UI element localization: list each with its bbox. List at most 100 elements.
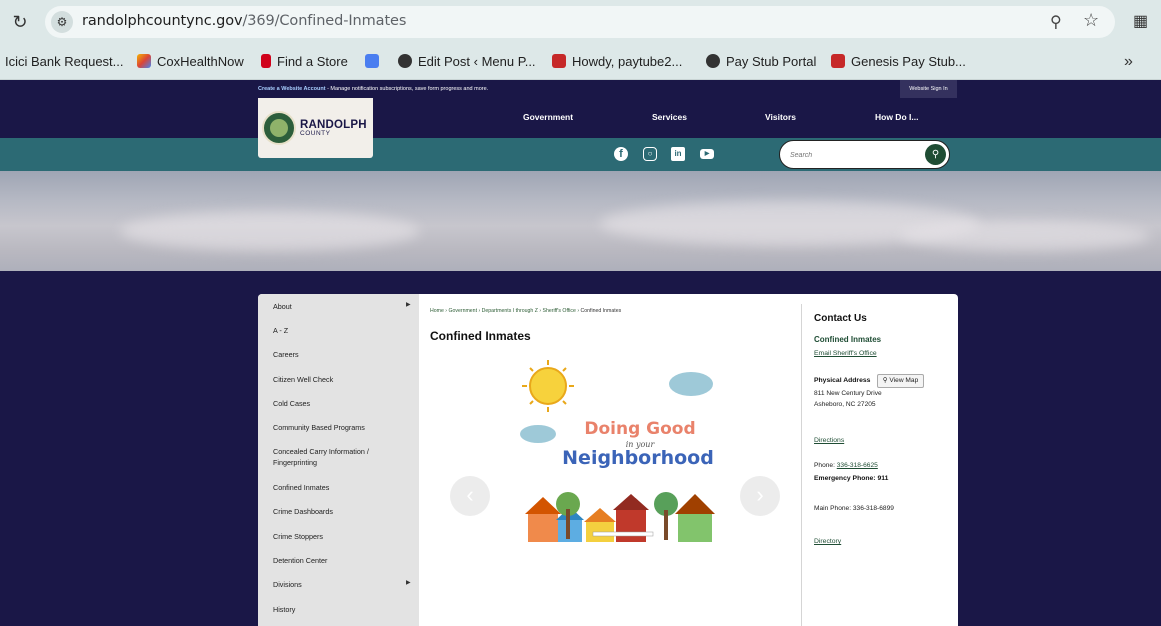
contact-department: Confined Inmates <box>814 335 882 344</box>
sidebar-item-history[interactable]: History <box>273 604 393 615</box>
zoom-icon[interactable]: ⚲ <box>1050 12 1062 32</box>
youtube-icon[interactable]: ▶ <box>700 149 714 159</box>
contact-heading: Contact Us <box>814 313 867 324</box>
physical-address-label: Physical Address <box>814 377 871 384</box>
breadcrumb-departments[interactable]: Departments I through Z <box>482 308 538 314</box>
translate-icon <box>365 54 379 68</box>
url-domain: randolphcountync.gov <box>82 13 243 29</box>
expand-arrow-icon[interactable]: ▶ <box>406 301 411 308</box>
sidebar-item-cold-cases[interactable]: Cold Cases <box>273 398 393 409</box>
bookmark-item[interactable] <box>365 52 385 72</box>
facebook-icon[interactable]: f <box>614 147 628 161</box>
map-pin-icon: ⚲ <box>882 377 888 384</box>
nav-how-do-i[interactable]: How Do I... <box>875 112 918 122</box>
slide-next-button[interactable]: › <box>740 476 780 516</box>
email-link[interactable]: Email Sheriff's Office <box>814 350 877 357</box>
nav-visitors[interactable]: Visitors <box>765 112 796 122</box>
coxhealth-icon <box>137 54 151 68</box>
content-card: About ▶ A - Z Careers Citizen Well Check… <box>258 294 958 626</box>
bookmark-label: CoxHealthNow <box>157 54 244 69</box>
bookmark-label: Genesis Pay Stub... <box>851 54 966 69</box>
globe-icon <box>706 54 720 68</box>
breadcrumb-home[interactable]: Home <box>430 308 444 314</box>
cloud-decor <box>120 211 420 251</box>
slide-prev-button[interactable]: ‹ <box>450 476 490 516</box>
search-icon[interactable]: ⚲ <box>925 144 946 165</box>
address-line-2: Asheboro, NC 27205 <box>814 401 876 408</box>
breadcrumb-sheriff[interactable]: Sheriff's Office <box>543 308 576 314</box>
youtube-icon <box>831 54 845 68</box>
directions-link[interactable]: Directions <box>814 437 844 444</box>
reload-icon[interactable]: ↻ <box>10 12 30 32</box>
cloud-illustration <box>520 425 556 443</box>
website-sign-in-button[interactable]: Website Sign In <box>900 80 957 98</box>
nav-services[interactable]: Services <box>652 112 687 122</box>
hero-banner <box>0 171 1161 271</box>
browser-toolbar: ↻ ⚙ randolphcountync.gov/369/Confined-In… <box>0 0 1161 44</box>
phone-link[interactable]: 336-318-6625 <box>837 462 878 469</box>
search-input[interactable] <box>790 148 920 162</box>
sidebar-item-crime-dashboards[interactable]: Crime Dashboards <box>273 506 393 517</box>
page-title: Confined Inmates <box>430 329 531 343</box>
address-line-1: 811 New Century Drive <box>814 390 882 397</box>
bookmark-item[interactable]: CoxHealthNow <box>137 52 244 72</box>
site-header: Create a Website Account - Manage notifi… <box>0 80 1161 138</box>
create-account-text: - Manage notification subscriptions, sav… <box>325 86 489 92</box>
sidebar-item-divisions[interactable]: Divisions <box>273 579 393 590</box>
breadcrumb-current: Confined Inmates <box>580 308 622 314</box>
site-search: ⚲ <box>779 140 950 169</box>
phone-label: Phone: <box>814 462 837 469</box>
youtube-icon <box>552 54 566 68</box>
bookmark-star-icon[interactable]: ☆ <box>1083 10 1099 31</box>
main-phone: Main Phone: 336-318-6899 <box>814 505 894 512</box>
sidebar-item-citizen-well-check[interactable]: Citizen Well Check <box>273 374 393 385</box>
bookmark-label: Pay Stub Portal <box>726 54 817 69</box>
social-search-band: f ○ in ▶ ⚲ <box>0 138 1161 171</box>
sidebar-item-careers[interactable]: Careers <box>273 349 393 360</box>
create-account-link[interactable]: Create a Website Account <box>258 86 326 92</box>
bookmark-item[interactable]: Genesis Pay Stub... <box>831 52 966 72</box>
emergency-phone: Emergency Phone: 911 <box>814 475 889 482</box>
sidebar: About ▶ A - Z Careers Citizen Well Check… <box>258 294 419 626</box>
linkedin-icon[interactable]: in <box>671 147 685 161</box>
sidebar-item-crime-stoppers[interactable]: Crime Stoppers <box>273 531 393 542</box>
bookmark-label: Icici Bank Request... <box>5 54 124 69</box>
bookmark-label: Find a Store <box>277 54 348 69</box>
store-icon <box>261 54 271 68</box>
view-map-button[interactable]: ⚲ View Map <box>877 374 924 388</box>
sidebar-item-confined-inmates[interactable]: Confined Inmates <box>273 482 393 493</box>
url-text[interactable]: randolphcountync.gov/369/Confined-Inmate… <box>82 13 406 29</box>
phone-row: Phone: 336-318-6625 <box>814 462 878 469</box>
sidebar-item-about[interactable]: About <box>273 301 393 312</box>
cloud-decor <box>900 221 1150 251</box>
instagram-icon[interactable]: ○ <box>643 147 657 161</box>
bookmark-label: Howdy, paytube2... <box>572 54 683 69</box>
nav-government[interactable]: Government <box>523 112 573 122</box>
sidebar-item-detention-center[interactable]: Detention Center <box>273 555 393 566</box>
bookmark-item[interactable]: Find a Store <box>261 52 348 72</box>
directory-link[interactable]: Directory <box>814 538 841 545</box>
bookmark-label: Edit Post ‹ Menu P... <box>418 54 536 69</box>
extensions-icon[interactable]: ▦ <box>1133 11 1153 31</box>
create-account-bar[interactable]: Create a Website Account - Manage notifi… <box>258 86 488 92</box>
sidebar-item-community-programs[interactable]: Community Based Programs <box>273 422 393 433</box>
bookmark-item[interactable]: Pay Stub Portal <box>706 52 816 72</box>
url-path: /369/Confined-Inmates <box>242 13 407 29</box>
breadcrumb-government[interactable]: Government <box>448 308 477 314</box>
sidebar-item-concealed-carry[interactable]: Concealed Carry Information / Fingerprin… <box>273 446 393 468</box>
houses-illustration <box>525 492 715 542</box>
site-info-icon[interactable]: ⚙ <box>51 11 73 33</box>
expand-arrow-icon[interactable]: ▶ <box>406 579 411 586</box>
bookmark-item[interactable]: Icici Bank Request... <box>5 52 124 72</box>
bookmark-item[interactable]: Edit Post ‹ Menu P... <box>398 52 536 72</box>
slide-image: Doing Good in your Neighborhood <box>520 360 715 542</box>
cloud-illustration <box>669 372 713 396</box>
more-bookmarks-icon[interactable]: » <box>1124 53 1133 71</box>
county-seal <box>262 111 296 145</box>
sidebar-item-a-z[interactable]: A - Z <box>273 325 393 336</box>
address-bar[interactable]: ⚙ randolphcountync.gov/369/Confined-Inma… <box>45 6 1115 38</box>
column-divider <box>801 304 802 626</box>
county-logo[interactable]: RANDOLPH COUNTY <box>258 98 373 158</box>
bookmark-item[interactable]: Howdy, paytube2... <box>552 52 682 72</box>
slide-text-3: Neighborhood <box>562 447 714 469</box>
